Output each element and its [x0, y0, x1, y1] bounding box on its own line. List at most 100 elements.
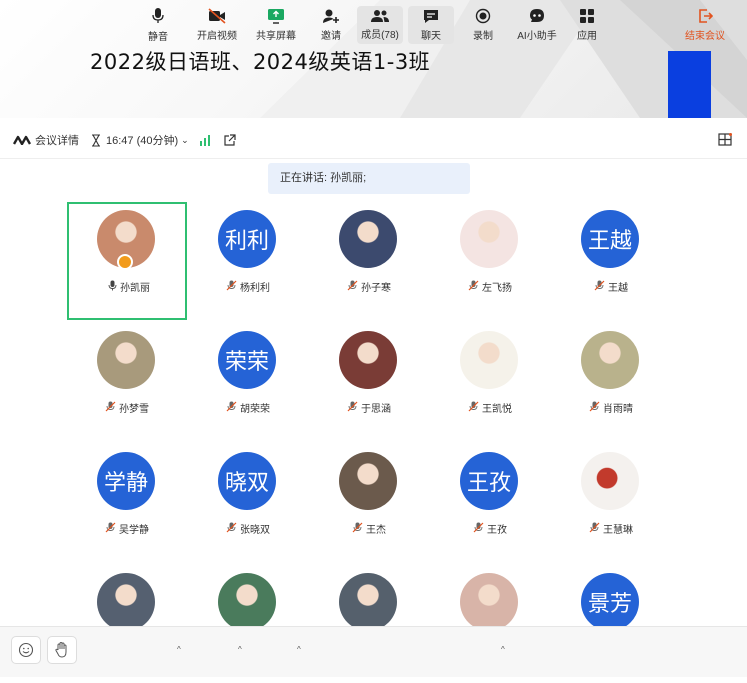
- mute-options-caret[interactable]: ^: [177, 645, 181, 654]
- chat-icon: [424, 9, 438, 23]
- grid-layout-icon: [718, 133, 732, 146]
- participant-avatar: 王孜: [460, 452, 518, 510]
- participant-name-row: 肖雨晴: [551, 400, 671, 415]
- participant-name: 孙凯丽: [120, 283, 150, 294]
- participant-name: 王凯悦: [482, 404, 512, 415]
- slide-blue-block: [668, 51, 711, 118]
- participant-name: 肖雨晴: [603, 404, 633, 415]
- participant-name-row: 孙子寒: [309, 279, 429, 294]
- raise-hand-button[interactable]: [47, 636, 77, 664]
- chat-button[interactable]: 聊天: [408, 6, 454, 44]
- meeting-time: 16:47 (40分钟): [106, 135, 179, 147]
- participant-avatar: 晓双: [218, 452, 276, 510]
- participant-name: 吴学静: [119, 525, 149, 536]
- participant-tile[interactable]: 利利 杨利利: [188, 202, 308, 320]
- participant-avatar: [97, 331, 155, 389]
- microphone-muted-icon: [347, 280, 358, 294]
- chevron-down-icon: ⌄: [181, 134, 189, 145]
- share-screen-icon: [268, 9, 284, 24]
- microphone-muted-icon: [468, 280, 479, 294]
- tencent-meeting-logo-icon: [13, 135, 31, 145]
- microphone-muted-icon: [226, 522, 237, 536]
- mute-label: 静音: [148, 32, 168, 43]
- participant-name: 于思涵: [361, 404, 391, 415]
- microphone-muted-icon: [468, 401, 479, 415]
- participant-tile[interactable]: 学静吴学静: [67, 444, 187, 562]
- participant-tile[interactable]: 肖雨晴: [551, 323, 671, 441]
- video-off-icon: [208, 8, 226, 24]
- participant-tile[interactable]: 孙梦雪: [67, 323, 187, 441]
- meeting-details-button[interactable]: 会议详情: [13, 132, 79, 148]
- share-screen-button[interactable]: 共享屏幕: [254, 0, 298, 50]
- participant-name-row: 王孜: [430, 521, 550, 536]
- participant-name: 王越: [608, 283, 628, 294]
- invite-button[interactable]: 邀请: [316, 0, 346, 50]
- participant-tile[interactable]: 荣荣 胡荣荣: [188, 323, 308, 441]
- layout-button[interactable]: [718, 133, 732, 149]
- video-options-caret[interactable]: ^: [238, 645, 242, 654]
- participant-tile[interactable]: 晓双 张晓双: [188, 444, 308, 562]
- record-icon: [475, 8, 491, 24]
- reaction-button[interactable]: [11, 636, 41, 664]
- participant-name: 王杰: [366, 525, 386, 536]
- ai-assistant-button[interactable]: AI小助手: [517, 0, 557, 50]
- microphone-icon: [108, 280, 117, 294]
- participant-name: 王孜: [487, 525, 507, 536]
- microphone-muted-icon: [589, 522, 600, 536]
- participant-tile[interactable]: 王孜 王孜: [430, 444, 550, 562]
- participant-tile[interactable]: 孙凯丽: [67, 202, 187, 320]
- record-options-caret[interactable]: ^: [501, 645, 505, 654]
- popout-button[interactable]: [223, 133, 236, 147]
- network-signal[interactable]: [199, 134, 211, 146]
- record-button[interactable]: 录制: [468, 0, 498, 50]
- participant-tile[interactable]: 王凯悦: [430, 323, 550, 441]
- participant-tile[interactable]: 王慧琳: [551, 444, 671, 562]
- participant-tile[interactable]: 左飞扬: [430, 202, 550, 320]
- participant-tile[interactable]: 孙子寒: [309, 202, 429, 320]
- participant-tile[interactable]: 于思涵: [309, 323, 429, 441]
- apps-label: 应用: [577, 31, 597, 42]
- share-screen-label: 共享屏幕: [256, 31, 296, 42]
- end-meeting-button[interactable]: 结束会议: [684, 0, 726, 50]
- participant-tile[interactable]: 王杰: [309, 444, 429, 562]
- microphone-muted-icon: [226, 280, 237, 294]
- microphone-muted-icon: [347, 401, 358, 415]
- participant-avatar: [581, 452, 639, 510]
- microphone-muted-icon: [105, 522, 116, 536]
- participant-avatar: [339, 210, 397, 268]
- apps-icon: [580, 9, 594, 23]
- participant-name-row: 王越: [551, 279, 671, 294]
- members-icon: [371, 10, 389, 22]
- participant-avatar: [218, 573, 276, 631]
- participant-avatar: 荣荣: [218, 331, 276, 389]
- participant-name: 孙子寒: [361, 283, 391, 294]
- participant-name-row: 胡荣荣: [188, 400, 308, 415]
- participant-name-row: 王凯悦: [430, 400, 550, 415]
- members-button[interactable]: 成员(78): [357, 6, 403, 44]
- host-badge-icon: [117, 254, 133, 270]
- emoji-icon: [18, 642, 34, 658]
- microphone-muted-icon: [473, 522, 484, 536]
- participant-name: 杨利利: [240, 283, 270, 294]
- participant-avatar: 学静: [97, 452, 155, 510]
- chat-label: 聊天: [421, 30, 441, 42]
- participant-name-row: 王杰: [309, 521, 429, 536]
- microphone-muted-icon: [594, 280, 605, 294]
- participant-name: 王慧琳: [603, 525, 633, 536]
- meeting-duration[interactable]: 16:47 (40分钟) ⌄: [91, 132, 189, 148]
- share-options-caret[interactable]: ^: [297, 645, 301, 654]
- apps-button[interactable]: 应用: [572, 0, 602, 50]
- meeting-topbar: 会议详情 16:47 (40分钟) ⌄: [0, 122, 747, 159]
- video-button[interactable]: 开启视频: [195, 0, 239, 50]
- ai-assistant-label: AI小助手: [517, 31, 557, 42]
- end-meeting-label: 结束会议: [685, 31, 725, 42]
- ai-assistant-icon: [530, 9, 544, 22]
- hand-icon: [55, 641, 67, 658]
- mute-button[interactable]: 静音: [143, 0, 173, 50]
- participant-tile[interactable]: 王越 王越: [551, 202, 671, 320]
- participant-avatar: [339, 331, 397, 389]
- bottom-toolbar: [0, 626, 747, 677]
- participant-name-row: 孙凯丽: [69, 279, 189, 294]
- invite-label: 邀请: [321, 31, 341, 42]
- slide-title: 2022级日语班、2024级英语1-3班: [90, 50, 431, 74]
